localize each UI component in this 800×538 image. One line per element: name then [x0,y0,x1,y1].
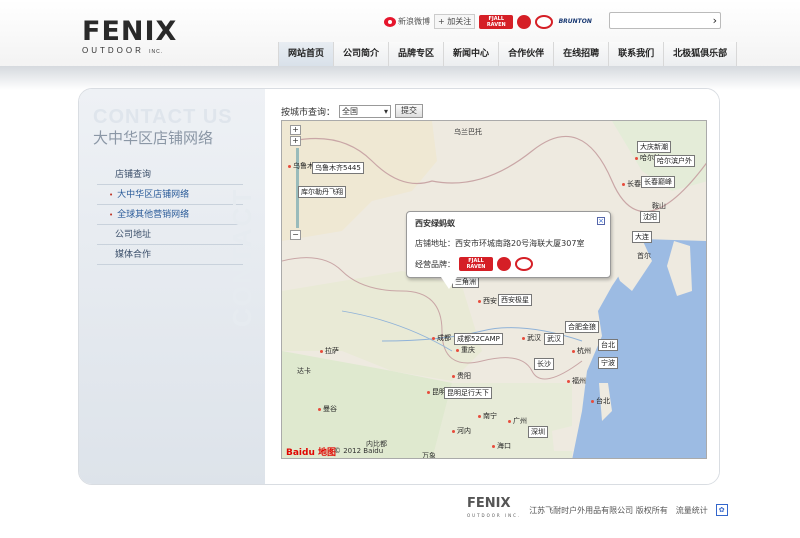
map-city: 贵阳 [452,371,471,381]
submit-button[interactable]: 提交 [395,104,424,118]
sidebar-item-media[interactable]: 媒体合作 [97,245,243,265]
map-tag[interactable]: 武汉 [544,333,564,345]
follow-button[interactable]: + 加关注 [434,14,476,29]
logo-subtext: OUTDOOR INC. [82,46,164,55]
map-city: 南宁 [478,411,497,421]
main-content: 按城市查询： 全国 提交 [265,89,719,484]
city-query: 按城市查询： 全国 提交 [281,104,424,118]
city-select[interactable]: 全国 [339,104,392,118]
nav-home[interactable]: 网站首页 [279,42,335,66]
map-tag[interactable]: 沈阳 [640,211,660,223]
nav-club[interactable]: 北极狐俱乐部 [664,42,738,66]
nav-news[interactable]: 新闻中心 [444,42,500,66]
primus-logo[interactable] [517,14,532,29]
map-city: 河内 [452,426,471,436]
sidebar-item-store-search[interactable]: 店铺查询 [97,165,243,185]
map-tag[interactable]: 合肥金狼 [565,321,599,333]
main-nav: 网站首页 公司简介 品牌专区 新闻中心 合作伙伴 在线招聘 联系我们 北极狐俱乐… [278,42,738,66]
baidu-map[interactable]: + + − 乌兰巴托 大庆新潮 哈尔滨 哈尔滨户外 长春 长春巅峰 鞍山 沈阳 … [281,120,707,459]
map-city: 福州 [567,376,586,386]
map-city: 杭州 [572,346,591,356]
weibo-icon [384,16,396,27]
copyright-text: 江苏飞耐时户外用品有限公司 版权所有 [529,505,668,515]
map-city: 海口 [492,441,511,451]
map-tag[interactable]: 大庆新潮 [637,141,671,153]
map-city: 曼谷 [318,404,337,414]
contact-vertical-watermark: CONTACT [227,187,257,327]
map-tag[interactable]: 成都52CAMP [454,333,503,345]
map-tag[interactable]: 大连 [632,231,652,243]
zoom-control: + + − [290,125,304,241]
pan-up-icon[interactable]: + [290,125,301,135]
sidebar-menu: 店铺查询 大中华区店铺网络 全球其他营销网络 公司地址 媒体合作 [97,165,243,265]
map-city: 西安 [478,296,497,306]
zoom-out-icon[interactable]: − [290,230,301,240]
paw-stats-icon[interactable]: ✿ [715,504,728,516]
map-city: 长春 [622,179,641,189]
query-label: 按城市查询： [281,107,336,118]
map-city: 广州 [508,416,527,426]
map-label: 鞍山 [652,202,666,210]
sidebar: CONTACT US 大中华区店铺网络 店铺查询 大中华区店铺网络 全球其他营销… [79,89,265,484]
silva-logo[interactable] [535,14,554,29]
contact-heading-cn: 大中华区店铺网络 [93,129,214,147]
nav-jobs[interactable]: 在线招聘 [554,42,610,66]
map-label: 达卡 [297,367,311,375]
map-tag[interactable]: 宁波 [598,357,618,369]
map-copyright: © 2012 Baidu [334,447,384,455]
search-input[interactable]: › [609,12,721,29]
store-info-popup: 西安绿蚂蚁 × 店铺地址：西安市环城南路20号海联大厦307室 经营品牌： FJ… [406,211,611,289]
map-tag[interactable]: 乌鲁木齐5445 [312,162,364,174]
map-city: 武汉 [522,333,541,343]
footer-logo: FENIX OUTDOOR INC. [467,496,522,518]
fjallraven-logo: FJALL RAVEN [459,257,493,271]
logo-text: FENIX [82,16,178,47]
nav-contact[interactable]: 联系我们 [609,42,665,66]
map-label: 万象 [422,452,436,459]
content-panel: CONTACT US 大中华区店铺网络 店铺查询 大中华区店铺网络 全球其他营销… [78,88,720,485]
map-city: 台北 [591,396,610,406]
sidebar-item-global[interactable]: 全球其他营销网络 [97,205,243,225]
silva-logo [515,257,533,271]
close-icon[interactable]: × [597,217,605,225]
fjallraven-logo[interactable]: FJALL RAVEN [479,14,514,29]
stats-link[interactable]: 流量统计 [676,505,708,516]
search-arrow-icon[interactable]: › [713,15,717,26]
primus-logo [497,257,511,271]
map-tag[interactable]: 深圳 [528,426,548,438]
map-tag[interactable]: 台北 [598,339,618,351]
map-tag[interactable]: 库尔勒丹飞翔 [298,186,346,198]
map-city: 成都 [432,333,451,343]
nav-brands[interactable]: 品牌专区 [389,42,445,66]
sidebar-item-address[interactable]: 公司地址 [97,225,243,245]
social-bar: 新浪微博 + 加关注 FJALL RAVEN BRUNTON [384,14,593,29]
map-city: 拉萨 [320,346,339,356]
map-label: 乌兰巴托 [454,128,482,136]
weibo-link[interactable]: 新浪微博 [384,16,430,27]
map-tag[interactable]: 长春巅峰 [641,176,675,188]
contact-heading-en: CONTACT US [93,106,233,128]
popup-brands: 经营品牌： FJALL RAVEN [415,257,602,271]
map-tag[interactable]: 西安极星 [498,294,532,306]
nav-about[interactable]: 公司简介 [334,42,390,66]
popup-title: 西安绿蚂蚁 [415,219,455,228]
map-label: 首尔 [637,252,651,260]
map-tag[interactable]: 长沙 [534,358,554,370]
sidebar-item-greater-china[interactable]: 大中华区店铺网络 [97,185,243,205]
fenix-logo[interactable]: FENIX OUTDOOR INC. [82,16,178,56]
map-tag[interactable]: 哈尔滨户外 [654,155,695,167]
baidu-map-logo[interactable]: Baidu 地图 [286,445,336,458]
header-shadow [0,66,800,90]
map-city: 重庆 [456,345,475,355]
footer: FENIX OUTDOOR INC. 江苏飞耐时户外用品有限公司 版权所有 流量统… [467,496,728,522]
zoom-in-icon[interactable]: + [290,136,301,146]
popup-address: 店铺地址：西安市环城南路20号海联大厦307室 [415,239,585,248]
brunton-logo[interactable]: BRUNTON [557,15,593,29]
nav-partners[interactable]: 合作伙伴 [499,42,555,66]
map-tag[interactable]: 昆明足行天下 [444,387,492,399]
